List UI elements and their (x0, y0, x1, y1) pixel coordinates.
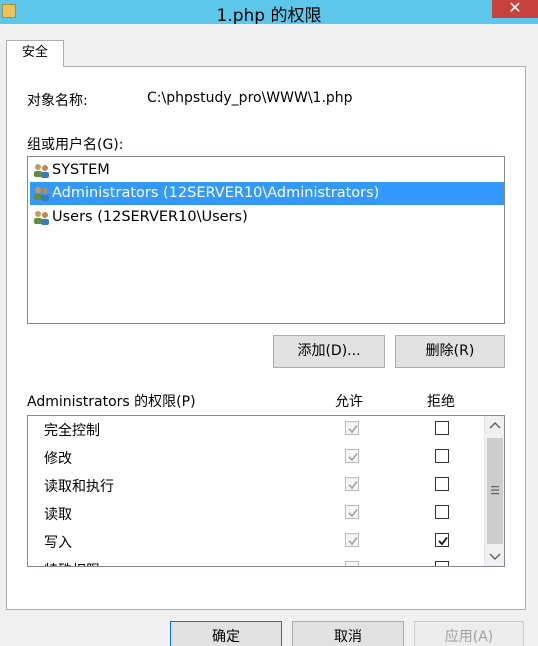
permission-name: 写入 (44, 535, 72, 551)
deny-checkbox[interactable] (435, 505, 449, 519)
allow-checkbox (345, 561, 359, 566)
permissions-dialog: 安全 对象名称: C:\phpstudy_pro\WWW\1.php 组或用户名… (0, 24, 538, 646)
tab-page-security: 对象名称: C:\phpstudy_pro\WWW\1.php 组或用户名(G)… (6, 66, 526, 610)
permissions-list: 完全控制修改读取和执行读取写入特殊权限 (27, 415, 505, 567)
allow-checkbox (345, 421, 359, 435)
grip-icon (491, 486, 499, 495)
permission-row: 完全控制 (28, 416, 484, 444)
user-label: SYSTEM (52, 162, 110, 178)
tab-security[interactable]: 安全 (6, 40, 64, 67)
chevron-down-icon[interactable] (485, 546, 505, 566)
permission-name: 修改 (44, 451, 72, 467)
add-button[interactable]: 添加(D)... (273, 335, 385, 368)
checkmark-icon (348, 508, 358, 518)
allow-checkbox (345, 449, 359, 463)
group-list-label: 组或用户名(G): (27, 137, 124, 153)
cancel-button[interactable]: 取消 (292, 621, 404, 646)
group-user-list[interactable]: SYSTEM Administrators (12SERVER10\Admini… (27, 156, 505, 324)
deny-checkbox[interactable] (435, 533, 449, 547)
users-icon (34, 187, 49, 201)
users-icon (34, 164, 49, 178)
close-button[interactable]: ✕ (492, 0, 538, 18)
deny-checkbox[interactable] (435, 421, 449, 435)
user-label: Users (12SERVER10\Users) (52, 209, 248, 225)
deny-checkbox[interactable] (435, 449, 449, 463)
permission-name: 读取 (44, 507, 72, 523)
checkmark-icon (348, 424, 358, 434)
permission-name: 完全控制 (44, 423, 100, 439)
deny-checkbox[interactable] (435, 561, 449, 566)
allow-checkbox (345, 477, 359, 491)
scrollbar-thumb[interactable] (487, 438, 503, 544)
list-item-administrators[interactable]: Administrators (12SERVER10\Administrator… (30, 182, 504, 205)
allow-checkbox (345, 533, 359, 547)
object-name-value: C:\phpstudy_pro\WWW\1.php (147, 90, 353, 106)
allow-checkbox (345, 505, 359, 519)
permission-row: 修改 (28, 444, 484, 472)
object-name-label: 对象名称: (27, 93, 88, 109)
permission-row: 读取 (28, 500, 484, 528)
allow-column-header: 允许 (335, 394, 363, 410)
ok-button[interactable]: 确定 (170, 621, 282, 646)
permission-name: 读取和执行 (44, 479, 114, 495)
checkmark-icon (438, 536, 448, 546)
checkmark-icon (348, 480, 358, 490)
close-icon: ✕ (508, 0, 522, 17)
checkmark-icon (348, 536, 358, 546)
deny-column-header: 拒绝 (427, 394, 455, 410)
scrollbar[interactable] (484, 416, 504, 566)
user-label: Administrators (12SERVER10\Administrator… (52, 185, 380, 201)
list-item-users[interactable]: Users (12SERVER10\Users) (30, 206, 504, 229)
permission-row: 读取和执行 (28, 472, 484, 500)
list-item-system[interactable]: SYSTEM (30, 159, 504, 182)
chevron-up-icon[interactable] (485, 416, 505, 436)
apply-button[interactable]: 应用(A) (414, 621, 524, 646)
checkmark-icon (348, 452, 358, 462)
title-bar[interactable]: 1.php 的权限 ✕ (0, 0, 538, 26)
users-icon (34, 211, 49, 225)
permission-row: 写入 (28, 528, 484, 556)
permission-name: 特殊权限 (44, 560, 100, 566)
deny-checkbox[interactable] (435, 477, 449, 491)
window-title: 1.php 的权限 (216, 6, 322, 26)
permission-row: 特殊权限 (28, 556, 484, 566)
remove-button[interactable]: 删除(R) (395, 335, 505, 368)
permissions-label: Administrators 的权限(P) (27, 394, 196, 410)
